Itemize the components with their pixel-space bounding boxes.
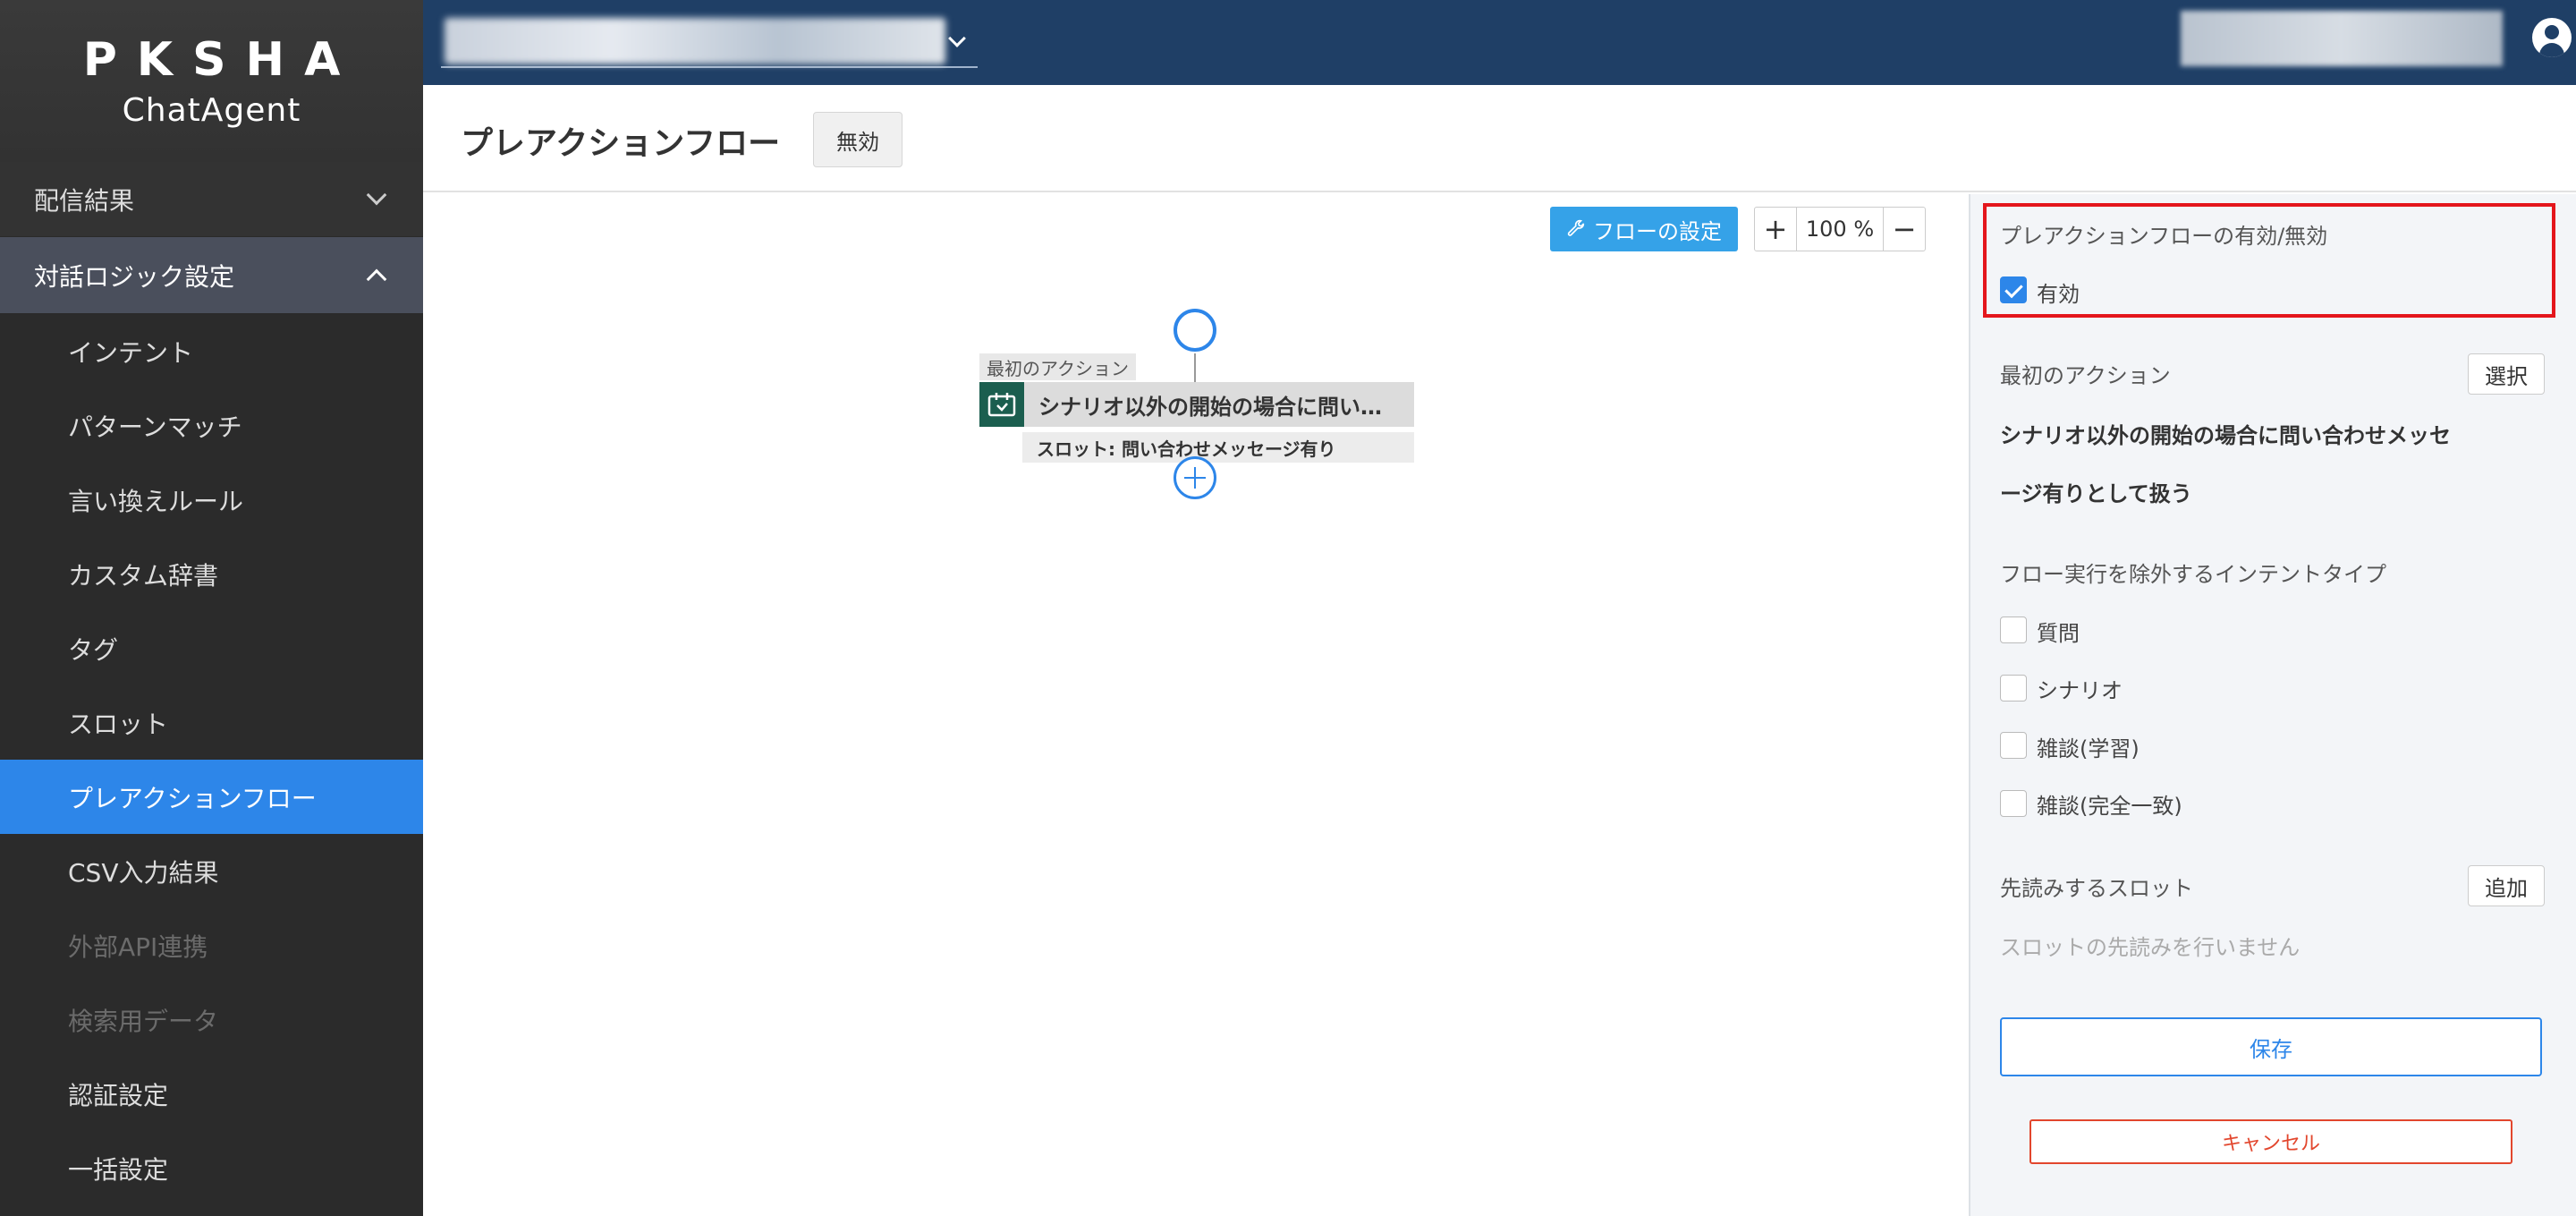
user-account-icon[interactable] bbox=[2532, 18, 2572, 57]
sidebar-group-label: 対話ロジック設定 bbox=[34, 261, 235, 292]
exclude-question-checkbox[interactable] bbox=[2000, 617, 2027, 643]
first-action-heading: 最初のアクション bbox=[2000, 363, 2171, 388]
first-action-value-line1: シナリオ以外の開始の場合に問い合わせメッセ bbox=[2000, 423, 2451, 448]
user-email-redacted bbox=[2181, 11, 2503, 66]
first-action-tag: 最初のアクション bbox=[979, 353, 1136, 380]
add-node-icon[interactable] bbox=[1174, 456, 1216, 499]
chevron-down-icon bbox=[948, 30, 966, 47]
status-badge[interactable]: 無効 bbox=[813, 112, 902, 167]
sidebar-item-paraphrase-rules[interactable]: 言い換えルール bbox=[0, 463, 423, 537]
action-node-icon bbox=[979, 382, 1024, 427]
page-header: プレアクションフロー 無効 bbox=[423, 85, 2576, 192]
action-node-title: シナリオ以外の開始の場合に問い… bbox=[1038, 394, 1382, 420]
exclude-chitchat-learned-checkbox[interactable] bbox=[2000, 732, 2027, 759]
add-slot-button[interactable]: 追加 bbox=[2468, 865, 2545, 906]
sidebar-item-auth-settings[interactable]: 認証設定 bbox=[0, 1057, 423, 1131]
logo: PKSHA ChatAgent bbox=[0, 0, 423, 162]
exclude-chitchat-exact-label: 雑談(完全一致) bbox=[2037, 794, 2182, 819]
prefetch-empty-text: スロットの先読みを行いません bbox=[2000, 935, 2301, 960]
flow-canvas[interactable]: フローの設定 + 100 % − 最初のアクション シナリオ以外の開始の場合に問… bbox=[423, 194, 1969, 1216]
flow-settings-button[interactable]: フローの設定 bbox=[1550, 207, 1738, 251]
chevron-down-icon bbox=[366, 184, 387, 205]
enabled-checkbox[interactable] bbox=[2000, 276, 2027, 303]
sidebar-item-intent[interactable]: インテント bbox=[0, 314, 423, 388]
cancel-button[interactable]: キャンセル bbox=[2029, 1119, 2512, 1164]
sidebar-item-bulk-settings[interactable]: 一括設定 bbox=[0, 1131, 423, 1205]
first-action-value-line2: ージ有りとして扱う bbox=[2000, 481, 2192, 506]
sidebar-item-search-data: 検索用データ bbox=[68, 1006, 219, 1036]
page-title: プレアクションフロー bbox=[461, 125, 781, 162]
slot-node[interactable]: スロット: 問い合わせメッセージ有り bbox=[1022, 432, 1414, 463]
zoom-control: + 100 % − bbox=[1754, 207, 1926, 251]
sidebar-group-label: 配信結果 bbox=[34, 185, 135, 216]
top-bar bbox=[423, 0, 2576, 85]
exclude-chitchat-exact-checkbox[interactable] bbox=[2000, 790, 2027, 817]
exclude-scenario-label: シナリオ bbox=[2037, 678, 2123, 703]
flow-settings-label: フローの設定 bbox=[1593, 218, 1722, 244]
logo-brand: PKSHA bbox=[82, 33, 360, 87]
flow-start-node[interactable] bbox=[1174, 309, 1216, 352]
sidebar: PKSHA ChatAgent 配信結果 対話ロジック設定 インテント パターン… bbox=[0, 0, 423, 1216]
prefetch-slot-heading: 先読みするスロット bbox=[2000, 876, 2193, 901]
exclude-question-label: 質問 bbox=[2037, 621, 2080, 646]
sidebar-item-csv-results[interactable]: CSV入力結果 bbox=[0, 834, 423, 908]
wrench-icon bbox=[1567, 219, 1585, 236]
workspace-name-redacted bbox=[445, 18, 945, 64]
sidebar-item-external-api: 外部API連携 bbox=[68, 931, 208, 962]
sidebar-item-preaction-flow[interactable]: プレアクションフロー bbox=[0, 760, 423, 834]
logo-product: ChatAgent bbox=[122, 92, 301, 129]
sidebar-item-pattern-match[interactable]: パターンマッチ bbox=[0, 388, 423, 463]
zoom-out-button[interactable]: − bbox=[1884, 208, 1925, 251]
sidebar-group-delivery-results[interactable]: 配信結果 bbox=[0, 162, 423, 237]
settings-panel: プレアクションフローの有効/無効 有効 最初のアクション 選択 シナリオ以外の開… bbox=[1969, 194, 2576, 1216]
save-button[interactable]: 保存 bbox=[2000, 1017, 2542, 1076]
chevron-up-icon bbox=[366, 268, 387, 289]
exclude-intent-heading: フロー実行を除外するインテントタイプ bbox=[2000, 562, 2386, 587]
sidebar-group-dialog-logic[interactable]: 対話ロジック設定 bbox=[0, 237, 423, 314]
workspace-selector[interactable] bbox=[441, 13, 978, 68]
sidebar-item-slots[interactable]: スロット bbox=[0, 685, 423, 760]
select-button[interactable]: 選択 bbox=[2468, 353, 2545, 395]
enabled-label: 有効 bbox=[2037, 282, 2080, 307]
exclude-chitchat-learned-label: 雑談(学習) bbox=[2037, 736, 2140, 761]
exclude-scenario-checkbox[interactable] bbox=[2000, 675, 2027, 702]
action-node[interactable]: シナリオ以外の開始の場合に問い… bbox=[979, 382, 1414, 427]
sidebar-item-tags[interactable]: タグ bbox=[0, 611, 423, 685]
sidebar-item-custom-dictionary[interactable]: カスタム辞書 bbox=[0, 537, 423, 611]
toggle-title: プレアクションフローの有効/無効 bbox=[2000, 224, 2328, 249]
zoom-level: 100 % bbox=[1796, 208, 1884, 251]
zoom-in-button[interactable]: + bbox=[1755, 208, 1796, 251]
